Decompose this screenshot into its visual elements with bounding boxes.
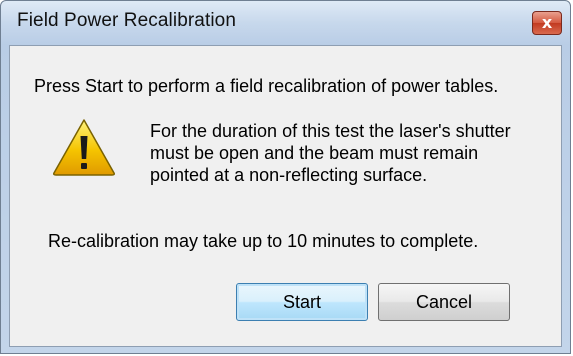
detail-line: must be open and the beam must remain	[150, 143, 479, 163]
warning-icon	[53, 119, 115, 176]
detail-text: For the duration of this test the laser'…	[150, 120, 511, 186]
dialog-body: Press Start to perform a field recalibra…	[9, 45, 562, 347]
duration-text: Re-calibration may take up to 10 minutes…	[48, 231, 479, 251]
close-icon: x	[541, 13, 553, 32]
detail-line: pointed at a non-reflecting surface.	[150, 165, 428, 185]
dialog-window: Field Power Recalibration x Press Start …	[0, 0, 571, 354]
close-button[interactable]: x	[532, 11, 562, 35]
title-bar[interactable]: Field Power Recalibration x	[1, 1, 570, 45]
start-button[interactable]: Start	[236, 283, 368, 321]
detail-line: For the duration of this test the laser'…	[150, 121, 511, 141]
intro-text: Press Start to perform a field recalibra…	[34, 76, 499, 96]
cancel-button[interactable]: Cancel	[378, 283, 510, 321]
window-title: Field Power Recalibration	[17, 10, 236, 31]
